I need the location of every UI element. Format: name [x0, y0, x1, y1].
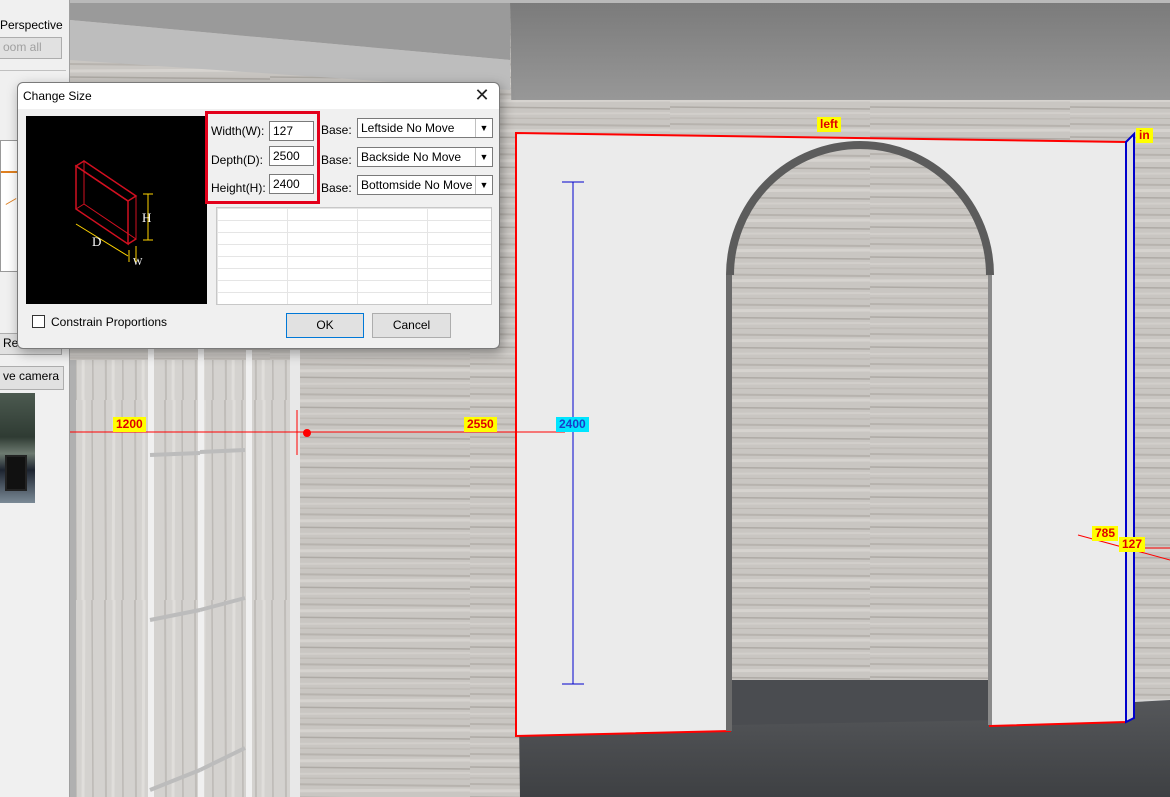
height-field[interactable] — [269, 174, 314, 194]
base-depth-label: Base: — [321, 153, 352, 167]
chevron-down-icon: ▼ — [475, 176, 492, 194]
mini-plan — [0, 140, 18, 272]
preview-label-d: D — [92, 234, 101, 249]
cancel-button[interactable]: Cancel — [372, 313, 451, 338]
dialog-title: Change Size — [23, 89, 92, 103]
constrain-proportions-checkbox[interactable]: Constrain Proportions — [32, 315, 167, 329]
checkbox-icon[interactable] — [32, 315, 45, 328]
constrain-proportions-label: Constrain Proportions — [51, 315, 168, 329]
zoom-all-button[interactable]: oom all — [0, 37, 62, 59]
base-width-value: Leftside No Move — [361, 121, 455, 135]
chevron-down-icon: ▼ — [475, 119, 492, 137]
save-camera-button[interactable]: ve camera — [0, 366, 64, 390]
perspective-label: Perspective — [0, 18, 63, 32]
viewport-top-border — [70, 0, 1170, 3]
base-depth-value: Backside No Move — [361, 150, 462, 164]
base-width-label: Base: — [321, 123, 352, 137]
ok-button[interactable]: OK — [286, 313, 364, 338]
dimension-label-1200: 1200 — [113, 417, 146, 432]
camera-thumbnail[interactable] — [0, 393, 35, 503]
dialog-titlebar[interactable]: Change Size ✕ — [18, 83, 499, 109]
depth-field[interactable] — [269, 146, 314, 166]
face-label-left: left — [817, 117, 841, 132]
divider — [0, 70, 66, 71]
depth-label: Depth(D): — [211, 153, 264, 167]
width-label: Width(W): — [211, 124, 265, 138]
change-size-dialog: Change Size ✕ H D W Width(W): Depth(D): … — [17, 82, 500, 349]
wardrobe — [70, 360, 300, 797]
chevron-down-icon: ▼ — [475, 148, 492, 166]
dimension-label-127: 127 — [1119, 537, 1146, 552]
size-preview-diagram: H D W — [26, 116, 207, 304]
preview-label-w: W — [133, 257, 143, 268]
base-height-select[interactable]: Bottomside No Move ▼ — [357, 175, 493, 195]
property-grid[interactable] — [216, 207, 492, 305]
base-height-value: Bottomside No Move — [361, 178, 473, 192]
base-depth-select[interactable]: Backside No Move ▼ — [357, 147, 493, 167]
base-width-select[interactable]: Leftside No Move ▼ — [357, 118, 493, 138]
preview-label-h: H — [142, 210, 151, 225]
dimension-label-785: 785 — [1092, 526, 1119, 541]
close-icon[interactable]: ✕ — [471, 86, 493, 106]
base-height-label: Base: — [321, 181, 352, 195]
dimension-label-2550: 2550 — [464, 417, 497, 432]
width-field[interactable] — [269, 121, 314, 141]
dimension-label-height: 2400 — [556, 417, 589, 432]
face-label-in: in — [1136, 128, 1153, 143]
height-label: Height(H): — [211, 181, 266, 195]
